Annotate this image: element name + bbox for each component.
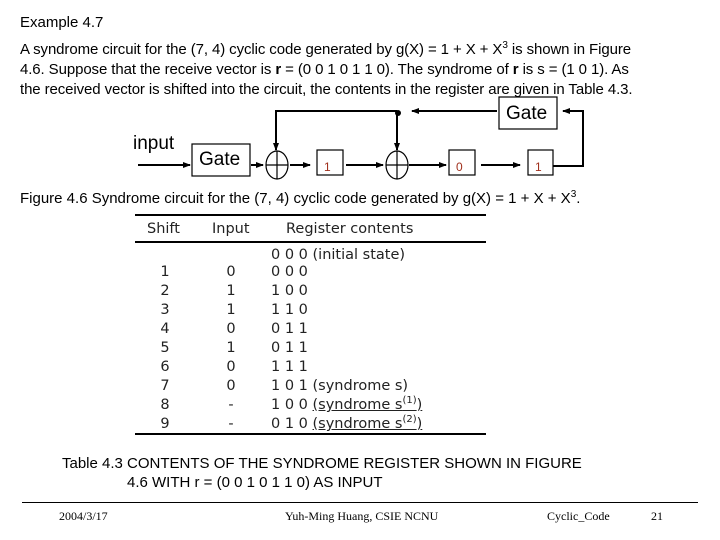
- register-value: 0 1 1: [271, 321, 308, 337]
- register-cell: 1 0 0 (syndrome s(1)): [271, 395, 423, 414]
- syndrome-note: (syndrome s(2)): [312, 414, 423, 433]
- shift-cell: 6: [160, 359, 170, 375]
- register-cell: 0 1 0 (syndrome s(2)): [271, 414, 423, 433]
- example-title: Example 4.7: [20, 14, 104, 31]
- figure-caption: Figure 4.6 Syndrome circuit for the (7, …: [20, 190, 581, 208]
- register-cell: 1 0 1 (syndrome s): [271, 378, 408, 394]
- input-gate-label: Gate: [199, 149, 240, 170]
- note-text: (syndrome s): [312, 378, 409, 394]
- header-register-contents: Register contents: [286, 221, 414, 237]
- table-caption-line-1: Table 4.3 CONTENTS OF THE SYNDROME REGIS…: [62, 455, 582, 472]
- footer-date: 2004/3/17: [59, 509, 108, 523]
- note-superscript: (2): [402, 414, 417, 425]
- input-cell: 1: [226, 302, 236, 318]
- register-value: 1 0 0: [271, 397, 308, 413]
- footer-topic: Cyclic_Code: [547, 509, 610, 523]
- register-cell: 1 1 0: [271, 302, 308, 318]
- shift-cell: 1: [160, 264, 170, 280]
- register-value: 0 1 0: [271, 416, 308, 432]
- text: 4.6. Suppose that the receive vector is: [20, 61, 276, 78]
- input-cell: -: [228, 397, 234, 413]
- register-cell: 0 0 0: [271, 264, 308, 280]
- input-cell: -: [228, 416, 234, 432]
- register-2-value: 0: [456, 160, 463, 174]
- syndrome-circuit-diagram: input Gate Gate 1 0 1: [133, 96, 584, 180]
- text: is shown in Figure: [507, 41, 631, 58]
- note-end: ): [416, 416, 423, 432]
- junction-dot: [395, 110, 401, 116]
- shift-cell: 8: [160, 397, 170, 413]
- register-value: 1 0 1: [271, 378, 308, 394]
- initial-state-row: 0 0 0 (initial state): [271, 247, 406, 263]
- register-value: 0 1 1: [271, 340, 308, 356]
- input-cell: 1: [226, 340, 236, 356]
- table-caption-line-2: 4.6 WITH r = (0 0 1 0 1 1 0) AS INPUT: [127, 474, 383, 491]
- shift-cell: 2: [160, 283, 170, 299]
- footer-page-number: 21: [651, 509, 663, 523]
- syndrome-note: (syndrome s(1)): [312, 395, 423, 414]
- table-header-rule: [135, 241, 486, 243]
- register-cell: 1 0 0: [271, 283, 308, 299]
- feedback-wire: [273, 110, 397, 151]
- register-value: 0 0 0: [271, 264, 308, 280]
- syndrome-note: (syndrome s): [313, 378, 409, 394]
- note-end: ): [416, 397, 423, 413]
- register-cell: 0 1 1: [271, 340, 308, 356]
- register-cell: 1 1 1: [271, 359, 308, 375]
- register-3-value: 1: [535, 160, 542, 174]
- header-input: Input: [212, 221, 250, 237]
- register-value: 1 0 0: [271, 283, 308, 299]
- note-text: (syndrome s: [312, 397, 403, 413]
- input-cell: 0: [226, 378, 236, 394]
- footer-author: Yuh-Ming Huang, CSIE NCNU: [285, 509, 439, 523]
- input-label: input: [133, 133, 175, 154]
- register-1-value: 1: [324, 160, 331, 174]
- shift-cell: 3: [160, 302, 170, 318]
- shift-cell: 5: [160, 340, 170, 356]
- input-cell: 0: [226, 264, 236, 280]
- text: A syndrome circuit for the (7, 4) cyclic…: [20, 41, 503, 58]
- paragraph-line-1: A syndrome circuit for the (7, 4) cyclic…: [20, 41, 631, 59]
- header-shift: Shift: [147, 221, 180, 237]
- table-bottom-rule: [135, 433, 486, 435]
- text: Figure 4.6 Syndrome circuit for the (7, …: [20, 190, 571, 207]
- shift-cell: 7: [160, 378, 170, 394]
- text: = (0 0 1 0 1 1 0). The syndrome of: [281, 61, 513, 78]
- text: .: [576, 190, 581, 207]
- footer-rule: [22, 502, 698, 503]
- shift-cell: 4: [160, 321, 170, 337]
- input-cell: 1: [226, 283, 236, 299]
- text: is s = (1 0 1). As: [518, 61, 629, 78]
- register-cell: 0 1 1: [271, 321, 308, 337]
- paragraph-line-2: 4.6. Suppose that the receive vector is …: [20, 61, 629, 78]
- input-cell: 0: [226, 359, 236, 375]
- input-cell: 0: [226, 321, 236, 337]
- shift-cell: 9: [160, 416, 170, 432]
- feedback-gate-label: Gate: [506, 103, 547, 124]
- table-top-rule: [135, 214, 486, 216]
- register-value: 1 1 0: [271, 302, 308, 318]
- register-value: 1 1 1: [271, 359, 308, 375]
- note-superscript: (1): [402, 395, 417, 406]
- note-text: (syndrome s: [312, 416, 403, 432]
